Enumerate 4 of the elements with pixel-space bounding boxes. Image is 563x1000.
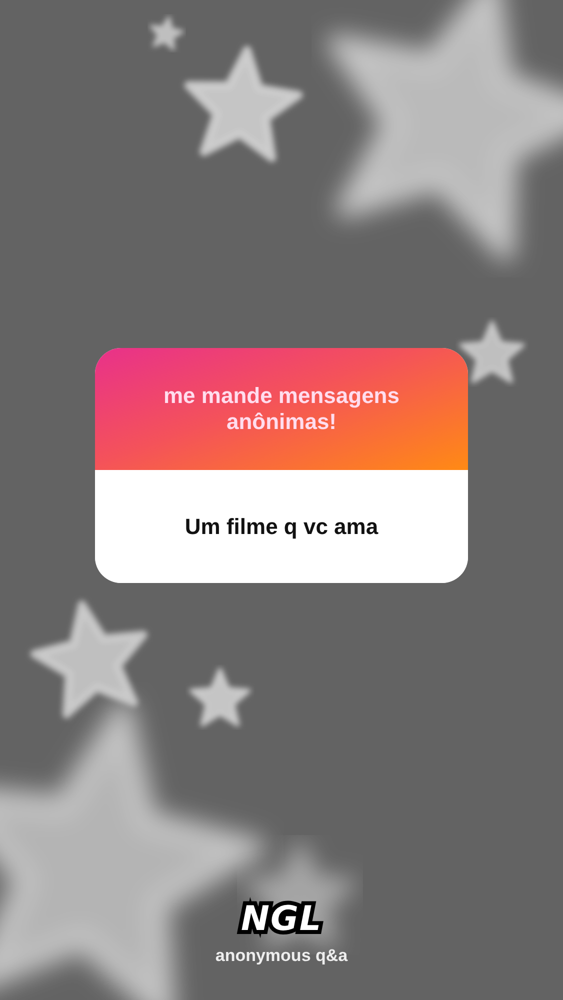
logo: NGL (240, 898, 324, 940)
tagline: anonymous q&a (215, 946, 348, 966)
question-text: Um filme q vc ama (184, 514, 378, 540)
card-title: me mande mensagens anônimas! (162, 383, 400, 435)
